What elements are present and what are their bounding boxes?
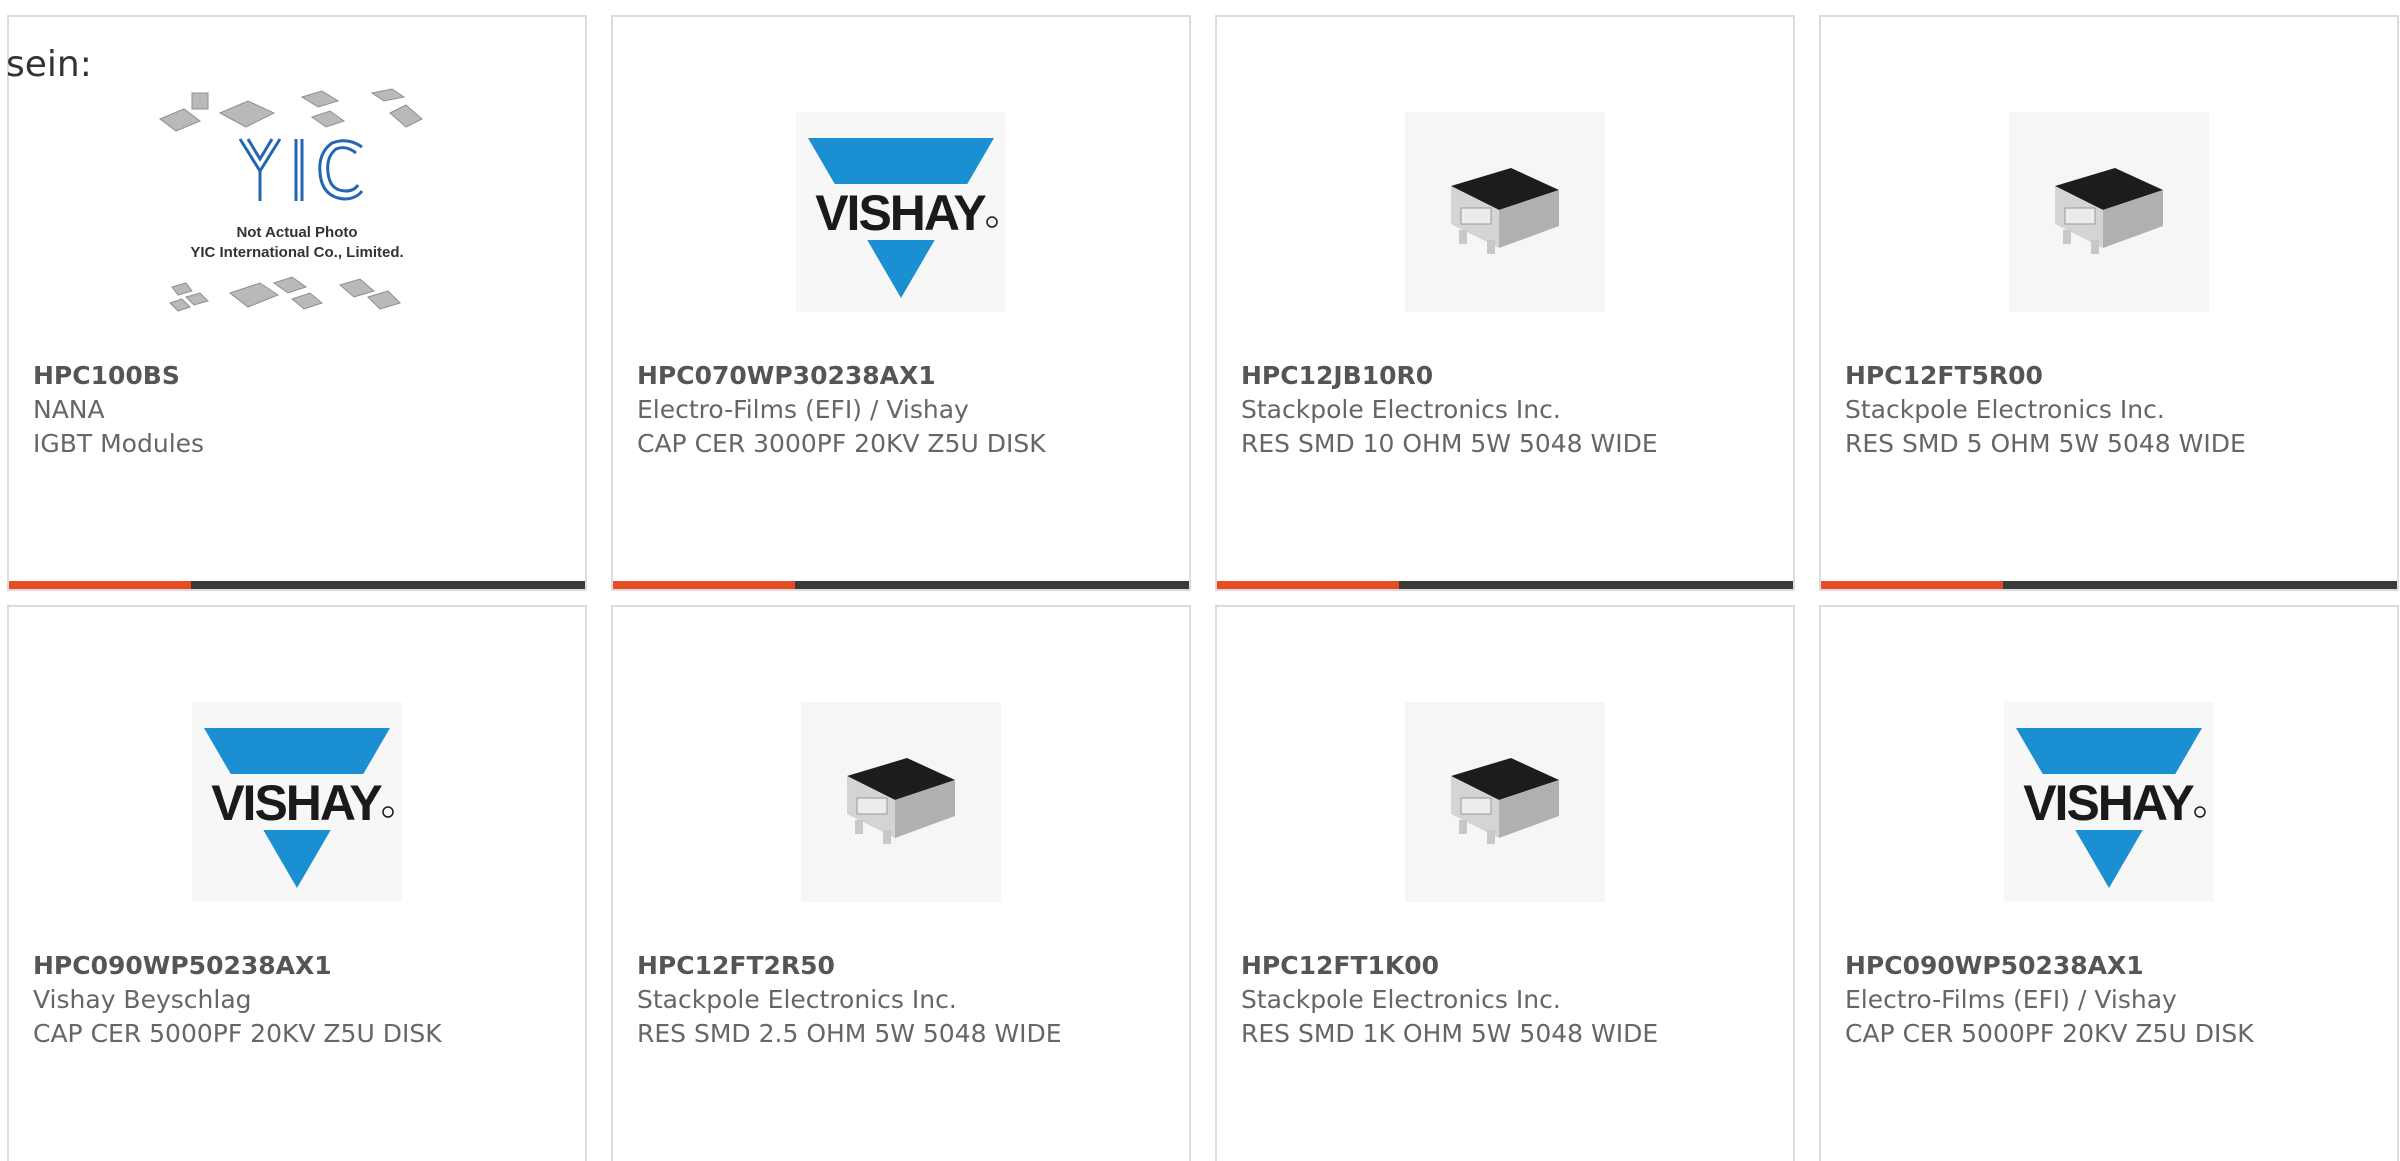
product-card[interactable]: HPC12FT2R50 Stackpole Electronics Inc. R… <box>611 605 1191 1161</box>
part-number[interactable]: HPC070WP30238AX1 <box>637 359 1169 393</box>
product-info: HPC12FT2R50 Stackpole Electronics Inc. R… <box>637 949 1169 1051</box>
card-footer-bar <box>1821 581 2397 589</box>
product-grid: Not Actual Photo YIC International Co., … <box>7 15 2400 1161</box>
yic-caption-1: Not Actual Photo <box>236 224 357 241</box>
yic-placeholder-image: Not Actual Photo YIC International Co., … <box>159 88 423 312</box>
product-image[interactable]: VISHAY <box>1821 667 2397 937</box>
description: RES SMD 1K OHM 5W 5048 WIDE <box>1241 1019 1659 1048</box>
product-image[interactable] <box>1217 667 1793 937</box>
resistor-photo <box>801 702 1001 902</box>
resistor-photo <box>1405 702 1605 902</box>
product-image[interactable] <box>613 667 1189 937</box>
vishay-logo: VISHAY <box>192 702 402 902</box>
description: RES SMD 5 OHM 5W 5048 WIDE <box>1845 429 2246 458</box>
part-number[interactable]: HPC12JB10R0 <box>1241 359 1773 393</box>
description: CAP CER 5000PF 20KV Z5U DISK <box>1845 1019 2254 1048</box>
card-footer-bar <box>613 581 1189 589</box>
product-card[interactable]: HPC12FT5R00 Stackpole Electronics Inc. R… <box>1819 15 2399 591</box>
part-number[interactable]: HPC12FT2R50 <box>637 949 1169 983</box>
product-info: HPC12JB10R0 Stackpole Electronics Inc. R… <box>1241 359 1773 461</box>
accent-strip <box>9 581 191 589</box>
section-heading: sein: <box>6 44 92 85</box>
accent-strip <box>1821 581 2003 589</box>
product-card[interactable]: HPC12FT1K00 Stackpole Electronics Inc. R… <box>1215 605 1795 1161</box>
part-number[interactable]: HPC090WP50238AX1 <box>1845 949 2377 983</box>
product-image[interactable]: Not Actual Photo YIC International Co., … <box>9 77 585 347</box>
product-card[interactable]: VISHAY HPC090WP50238AX1 Vishay Beyschlag… <box>7 605 587 1161</box>
product-image[interactable] <box>1821 77 2397 347</box>
vishay-logo: VISHAY <box>2004 702 2214 902</box>
product-info: HPC12FT1K00 Stackpole Electronics Inc. R… <box>1241 949 1773 1051</box>
product-info: HPC090WP50238AX1 Vishay Beyschlag CAP CE… <box>33 949 565 1051</box>
product-grid-page: sein: Not Actual Photo YIC International… <box>0 0 2400 1161</box>
vishay-logo: VISHAY <box>796 112 1006 312</box>
vishay-logo-text: VISHAY <box>815 185 986 241</box>
part-number[interactable]: HPC12FT5R00 <box>1845 359 2377 393</box>
yic-caption-2: YIC International Co., Limited. <box>190 244 403 261</box>
product-card[interactable]: Not Actual Photo YIC International Co., … <box>7 15 587 591</box>
resistor-photo <box>2009 112 2209 312</box>
manufacturer: Stackpole Electronics Inc. <box>1845 395 2165 424</box>
product-info: HPC12FT5R00 Stackpole Electronics Inc. R… <box>1845 359 2377 461</box>
product-image[interactable] <box>1217 77 1793 347</box>
resistor-photo <box>1405 112 1605 312</box>
part-number[interactable]: HPC090WP50238AX1 <box>33 949 565 983</box>
product-image[interactable]: VISHAY <box>9 667 585 937</box>
description: RES SMD 10 OHM 5W 5048 WIDE <box>1241 429 1658 458</box>
description: IGBT Modules <box>33 429 205 458</box>
product-info: HPC100BS NANA IGBT Modules <box>33 359 565 461</box>
description: CAP CER 3000PF 20KV Z5U DISK <box>637 429 1046 458</box>
card-footer-bar <box>9 581 585 589</box>
manufacturer: Stackpole Electronics Inc. <box>1241 395 1561 424</box>
product-card[interactable]: VISHAY HPC070WP30238AX1 Electro-Films (E… <box>611 15 1191 591</box>
manufacturer: Vishay Beyschlag <box>33 985 252 1014</box>
manufacturer: NANA <box>33 395 105 424</box>
accent-strip <box>613 581 795 589</box>
card-footer-bar <box>1217 581 1793 589</box>
part-number[interactable]: HPC100BS <box>33 359 565 393</box>
part-number[interactable]: HPC12FT1K00 <box>1241 949 1773 983</box>
product-image[interactable]: VISHAY <box>613 77 1189 347</box>
product-info: HPC070WP30238AX1 Electro-Films (EFI) / V… <box>637 359 1169 461</box>
vishay-logo-text: VISHAY <box>211 775 382 831</box>
manufacturer: Electro-Films (EFI) / Vishay <box>637 395 969 424</box>
manufacturer: Stackpole Electronics Inc. <box>1241 985 1561 1014</box>
description: RES SMD 2.5 OHM 5W 5048 WIDE <box>637 1019 1062 1048</box>
vishay-logo-text: VISHAY <box>2023 775 2194 831</box>
manufacturer: Electro-Films (EFI) / Vishay <box>1845 985 2177 1014</box>
product-info: HPC090WP50238AX1 Electro-Films (EFI) / V… <box>1845 949 2377 1051</box>
description: CAP CER 5000PF 20KV Z5U DISK <box>33 1019 442 1048</box>
product-card[interactable]: VISHAY HPC090WP50238AX1 Electro-Films (E… <box>1819 605 2399 1161</box>
accent-strip <box>1217 581 1399 589</box>
product-card[interactable]: HPC12JB10R0 Stackpole Electronics Inc. R… <box>1215 15 1795 591</box>
manufacturer: Stackpole Electronics Inc. <box>637 985 957 1014</box>
